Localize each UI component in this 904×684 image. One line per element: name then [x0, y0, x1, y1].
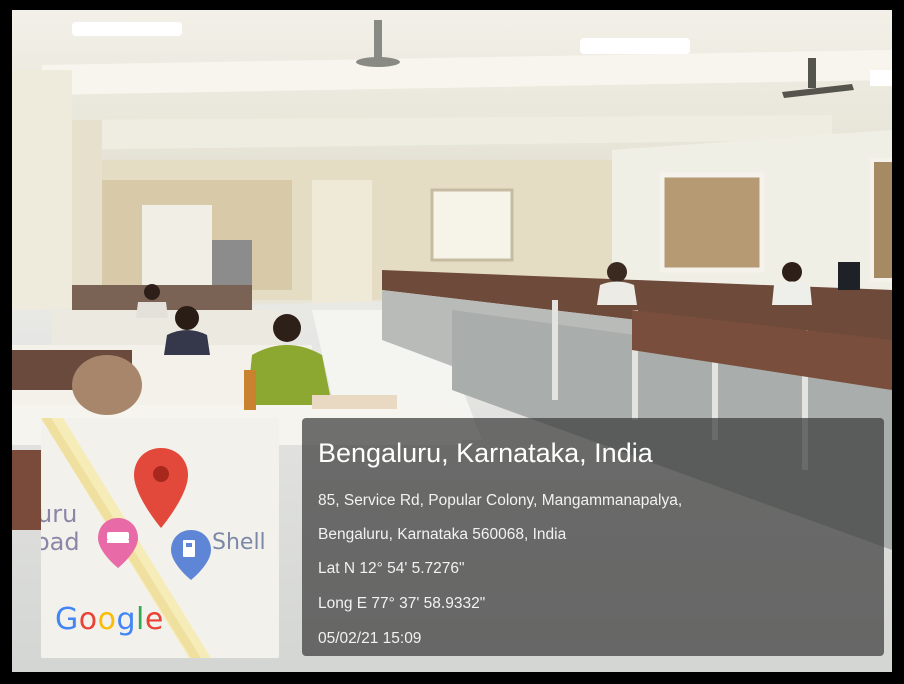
- location-info-panel: Bengaluru, Karnataka, India 85, Service …: [302, 418, 884, 656]
- location-pin-icon: [134, 448, 188, 528]
- desk-papers: [312, 395, 397, 409]
- longitude-text: Long E 77° 37' 58.9332": [318, 595, 486, 612]
- timestamp-text: 05/02/21 15:09: [318, 630, 422, 647]
- map-road-label: uru: [41, 500, 78, 528]
- map-road-label: oad: [41, 528, 80, 556]
- ceiling-light: [580, 38, 690, 54]
- google-logo-letter: l: [136, 602, 145, 637]
- fuel-station-icon: [171, 530, 211, 580]
- person-left-front: [72, 355, 142, 415]
- google-logo-letter: g: [116, 602, 137, 637]
- doorway: [142, 205, 212, 285]
- location-title: Bengaluru, Karnataka, India: [318, 438, 653, 468]
- address-line-2: Bengaluru, Karnataka 560068, India: [318, 526, 567, 543]
- google-logo-letter: o: [78, 602, 98, 637]
- window: [430, 188, 514, 262]
- photo-frame: uru oad Shell Google Bengaluru, Karnatak…: [0, 0, 904, 684]
- google-logo: Google: [55, 602, 164, 637]
- monitor: [838, 262, 860, 290]
- map-place-label-shell: Shell: [212, 530, 266, 555]
- window: [870, 158, 892, 282]
- ceiling-light: [72, 22, 182, 36]
- address-line-1: 85, Service Rd, Popular Colony, Mangamma…: [318, 492, 683, 509]
- latitude-text: Lat N 12° 54' 5.7276": [318, 560, 465, 577]
- office-photo: uru oad Shell Google Bengaluru, Karnatak…: [12, 10, 892, 672]
- window: [659, 172, 765, 273]
- google-logo-letter: e: [144, 602, 164, 637]
- ceiling-light: [870, 70, 892, 86]
- google-logo-letter: o: [97, 602, 117, 637]
- google-logo-letter: G: [55, 602, 79, 637]
- map-thumbnail[interactable]: uru oad Shell Google: [41, 418, 279, 658]
